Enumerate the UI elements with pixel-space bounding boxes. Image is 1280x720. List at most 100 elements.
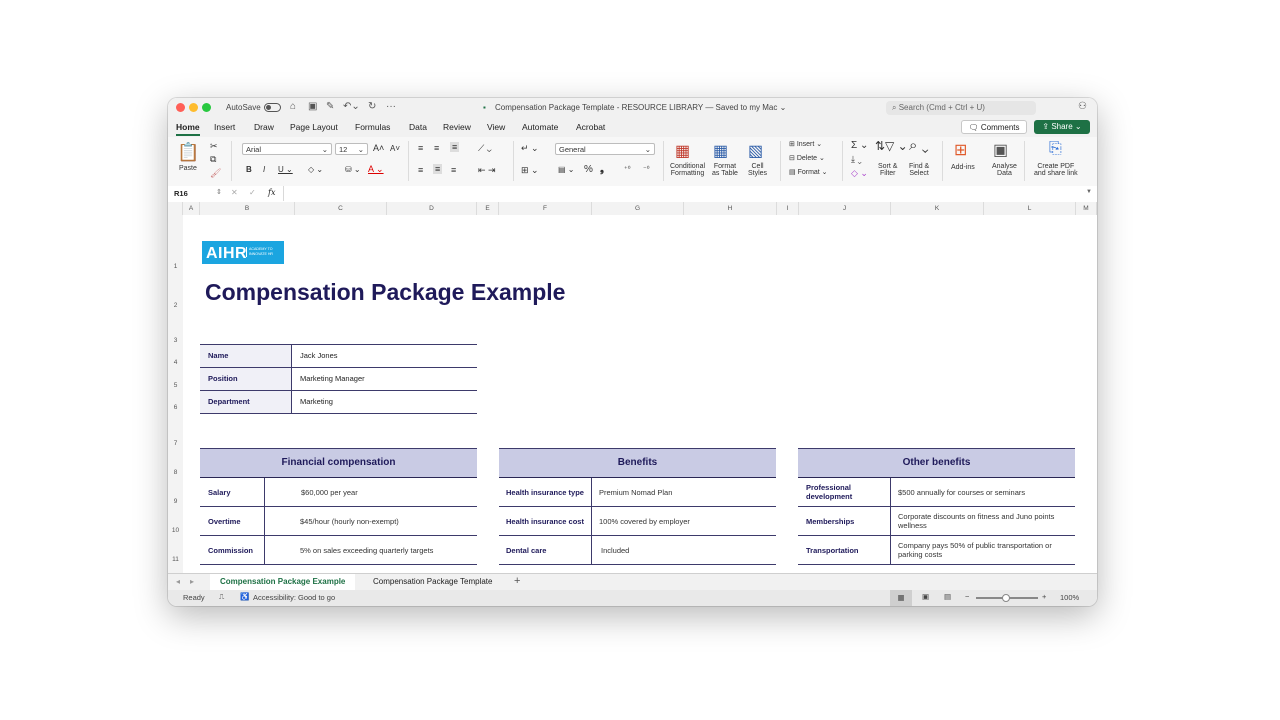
zoom-slider-handle[interactable]: [1002, 594, 1010, 602]
font-color-icon[interactable]: A ⌄: [368, 164, 384, 175]
comments-button[interactable]: 🗨 Comments: [961, 120, 1027, 134]
column-header[interactable]: I: [777, 202, 799, 215]
paste-label[interactable]: Paste: [179, 165, 197, 172]
font-size-select[interactable]: 12 ⌄: [335, 143, 368, 155]
delete-cells-button[interactable]: ⊟ Delete ⌄: [789, 154, 825, 162]
zoom-level[interactable]: 100%: [1060, 593, 1079, 602]
page-title[interactable]: Compensation Package Example: [205, 279, 565, 306]
column-header[interactable]: D: [387, 202, 477, 215]
undo-icon[interactable]: ↶⌄: [343, 101, 360, 112]
align-center-icon[interactable]: ≡: [433, 164, 443, 174]
align-right-icon[interactable]: ≡: [451, 165, 456, 175]
function-icon[interactable]: fx: [268, 188, 275, 197]
more-icon[interactable]: ···: [386, 101, 396, 112]
underline-button[interactable]: U ⌄: [278, 165, 293, 174]
normal-view-icon[interactable]: ▦: [890, 590, 912, 606]
row-header[interactable]: 8: [168, 469, 183, 476]
row-header[interactable]: 4: [168, 359, 183, 366]
page-layout-view-icon[interactable]: ▣: [922, 592, 929, 601]
comma-icon[interactable]: ❟: [600, 164, 604, 175]
share-button[interactable]: ⇪ Share ⌄: [1034, 120, 1090, 134]
page-break-view-icon[interactable]: ▤: [944, 592, 951, 601]
row-header[interactable]: 1: [168, 263, 183, 270]
format-painter-icon[interactable]: 🖌: [210, 168, 221, 179]
cut-icon[interactable]: ✂: [210, 141, 218, 152]
table-row[interactable]: Transportation Company pays 50% of publi…: [798, 536, 1075, 565]
row-header[interactable]: 2: [168, 302, 183, 309]
number-format-select[interactable]: General ⌄: [555, 143, 655, 155]
select-all-corner[interactable]: [168, 202, 183, 215]
format-cells-button[interactable]: ▤ Format ⌄: [789, 168, 828, 176]
indent-icon[interactable]: ⇤ ⇥: [478, 165, 496, 176]
close-window-button[interactable]: [176, 103, 185, 112]
previous-sheet-icon[interactable]: ◂: [176, 577, 180, 586]
tab-insert[interactable]: Insert: [214, 122, 235, 132]
table-row[interactable]: Department Marketing: [200, 391, 477, 414]
document-title[interactable]: Compensation Package Template - RESOURCE…: [495, 103, 786, 112]
macro-icon[interactable]: ⎍: [219, 592, 224, 602]
minimize-window-button[interactable]: [189, 103, 198, 112]
tab-home[interactable]: Home: [176, 122, 200, 136]
font-name-select[interactable]: Arial ⌄: [242, 143, 332, 155]
search-box[interactable]: ⌕ Search (Cmd + Ctrl + U): [886, 101, 1036, 115]
formula-input[interactable]: [283, 186, 1089, 201]
autosum-icon[interactable]: Σ ⌄: [851, 140, 868, 151]
currency-icon[interactable]: ▤ ⌄: [558, 165, 574, 174]
table-row[interactable]: Name Jack Jones: [200, 345, 477, 368]
tab-page-layout[interactable]: Page Layout: [290, 122, 338, 132]
column-header[interactable]: J: [799, 202, 891, 215]
tab-draw[interactable]: Draw: [254, 122, 274, 132]
insert-cells-button[interactable]: ⊞ Insert ⌄: [789, 140, 822, 148]
copy-icon[interactable]: ⧉: [210, 154, 216, 165]
align-left-icon[interactable]: ≡: [418, 165, 423, 175]
percent-icon[interactable]: %: [584, 164, 593, 175]
section-header[interactable]: Benefits: [499, 448, 776, 478]
zoom-out-icon[interactable]: −: [965, 592, 969, 601]
section-header[interactable]: Other benefits: [798, 448, 1075, 478]
align-bottom-icon[interactable]: ≡: [450, 142, 460, 152]
column-header[interactable]: G: [592, 202, 684, 215]
decrease-font-icon[interactable]: A˅: [390, 144, 400, 153]
section-header[interactable]: Financial compensation: [200, 448, 477, 478]
table-row[interactable]: Position Marketing Manager: [200, 368, 477, 391]
tab-acrobat[interactable]: Acrobat: [576, 122, 605, 132]
row-header[interactable]: 6: [168, 404, 183, 411]
edit-icon[interactable]: ✎: [326, 101, 334, 112]
column-header[interactable]: K: [891, 202, 984, 215]
expand-formula-icon[interactable]: ▼: [1086, 189, 1092, 195]
row-header[interactable]: 9: [168, 498, 183, 505]
profile-icon[interactable]: ⚇: [1078, 101, 1087, 112]
fill-icon[interactable]: ⤓ ⌄: [851, 154, 862, 165]
confirm-icon[interactable]: ✓: [249, 188, 256, 197]
decrease-decimal-icon[interactable]: ⁻⁰: [643, 165, 650, 173]
table-row[interactable]: Health insurance cost 100% covered by em…: [499, 507, 776, 536]
column-header[interactable]: B: [200, 202, 295, 215]
increase-font-icon[interactable]: A˄: [373, 143, 384, 153]
align-top-icon[interactable]: ≡: [418, 143, 423, 153]
tab-automate[interactable]: Automate: [522, 122, 558, 132]
row-header[interactable]: 11: [168, 556, 183, 563]
row-header[interactable]: 5: [168, 382, 183, 389]
row-header[interactable]: 3: [168, 337, 183, 344]
table-row[interactable]: Salary $60,000 per year: [200, 478, 477, 507]
row-header[interactable]: 7: [168, 440, 183, 447]
table-row[interactable]: Memberships Corporate discounts on fitne…: [798, 507, 1075, 536]
table-row[interactable]: Dental care Included: [499, 536, 776, 565]
zoom-window-button[interactable]: [202, 103, 211, 112]
redo-icon[interactable]: ↻: [368, 101, 376, 112]
tab-formulas[interactable]: Formulas: [355, 122, 390, 132]
column-header[interactable]: M: [1076, 202, 1097, 215]
bold-button[interactable]: B: [246, 165, 252, 174]
name-box-stepper-icon[interactable]: ⇕: [216, 188, 222, 196]
column-header[interactable]: A: [183, 202, 200, 215]
increase-decimal-icon[interactable]: ⁺⁰: [624, 165, 631, 173]
fill-color-icon[interactable]: ⛁ ⌄: [345, 165, 361, 174]
clear-icon[interactable]: ◇ ⌄: [851, 168, 868, 179]
align-middle-icon[interactable]: ≡: [434, 143, 439, 153]
accessibility-icon[interactable]: ♿: [240, 592, 249, 601]
add-sheet-icon[interactable]: +: [514, 575, 520, 587]
tab-view[interactable]: View: [487, 122, 505, 132]
table-row[interactable]: Health insurance type Premium Nomad Plan: [499, 478, 776, 507]
name-box[interactable]: R16: [174, 189, 188, 198]
column-header[interactable]: H: [684, 202, 777, 215]
